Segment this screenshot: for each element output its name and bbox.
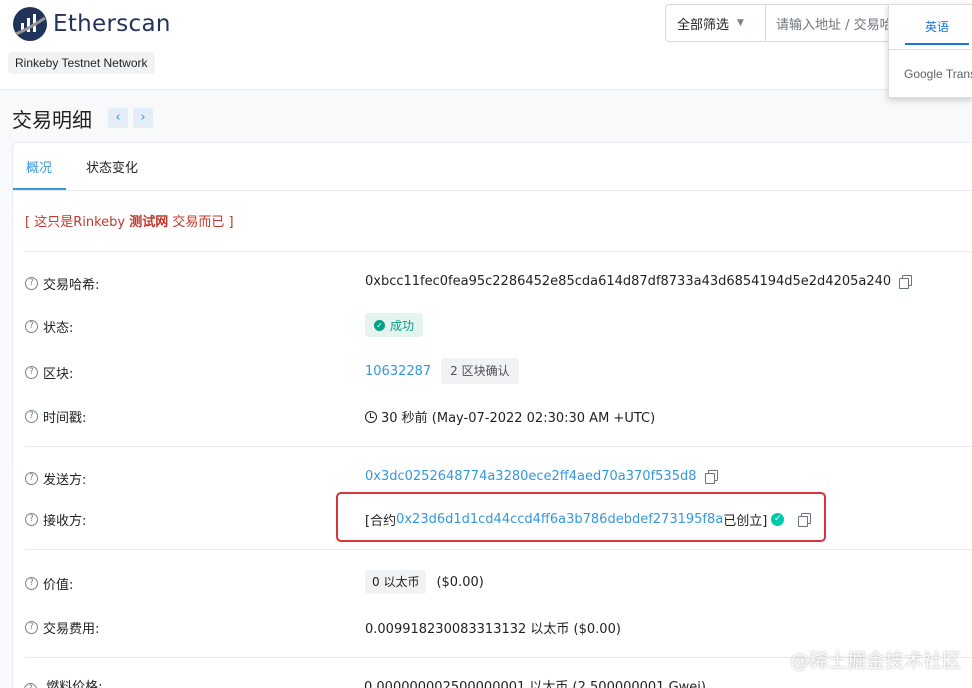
transaction-card: 概况 状态变化 [ 这只是Rinkeby 测试网 交易而已 ] ? 交易哈希: … (12, 142, 972, 688)
search-filter-label: 全部筛选 (677, 17, 730, 33)
chevron-down-icon: ▼ (737, 18, 744, 28)
help-icon[interactable]: ? (25, 277, 38, 290)
block-value: 10632287 2 区块确认 (365, 358, 519, 384)
check-circle-icon: ✓ (374, 319, 385, 331)
value-usd: ($0.00) (436, 574, 484, 590)
search-input[interactable]: 请输入地址 / 交易哈希 (766, 14, 906, 33)
search-filter-select[interactable]: 全部筛选 ▼ (666, 5, 766, 41)
tx-hash-label: ? 交易哈希: (25, 274, 99, 293)
etherscan-logo-icon (13, 7, 47, 41)
from-label: ? 发送方: (25, 469, 86, 488)
tab-state-changes[interactable]: 状态变化 (86, 157, 138, 176)
status-value: ✓ 成功 (365, 313, 424, 337)
block-number-link[interactable]: 10632287 (365, 364, 431, 379)
translate-language-tab[interactable]: 英语 (905, 17, 969, 45)
search-bar: 全部筛选 ▼ 请输入地址 / 交易哈希 (665, 4, 925, 42)
tx-hash-value: 0xbcc11fec0fea95c2286452e85cda614d87df87… (365, 274, 913, 289)
receiver-highlight-box (336, 492, 826, 542)
help-icon[interactable]: ? (24, 683, 37, 688)
help-icon[interactable]: ? (25, 320, 38, 333)
from-address-link[interactable]: 0x3dc0252648774a3280ece2ff4aed70a370f535… (365, 469, 697, 484)
translate-divider (889, 49, 972, 50)
value-value: 0 以太币 ($0.00) (365, 570, 484, 594)
timestamp-label: ? 时间戳: (25, 407, 86, 426)
page-title: 交易明细 (12, 108, 92, 132)
logo-text: Etherscan (53, 11, 171, 37)
gas-price-value: 0.000000002500000001 以太币 (2.500000001 Gw… (364, 680, 706, 688)
watermark: @稀土掘金技术社区 (790, 650, 962, 672)
help-icon[interactable]: ? (25, 472, 38, 485)
help-icon[interactable]: ? (25, 366, 38, 379)
help-icon[interactable]: ? (25, 577, 38, 590)
status-badge: ✓ 成功 (365, 313, 424, 337)
google-translate-brand: Google Translate (904, 67, 972, 81)
help-icon[interactable]: ? (25, 513, 38, 526)
help-icon[interactable]: ? (25, 621, 38, 634)
translate-popup: 英语 Google Translate (888, 4, 972, 98)
divider (25, 251, 972, 252)
to-label: ? 接收方: (25, 510, 86, 529)
divider (25, 446, 972, 447)
fee-value: 0.009918230083313132 以太币 ($0.00) (365, 622, 621, 637)
active-tab-indicator (13, 188, 66, 190)
value-amount-badge: 0 以太币 (365, 570, 427, 594)
value-label: ? 价值: (25, 574, 73, 593)
status-label: ? 状态: (25, 317, 73, 336)
copy-icon[interactable] (899, 275, 913, 289)
testnet-warning: [ 这只是Rinkeby 测试网 交易而已 ] (25, 215, 234, 230)
help-icon[interactable]: ? (25, 410, 38, 423)
block-confirmations-badge: 2 区块确认 (441, 358, 519, 384)
block-label: ? 区块: (25, 363, 73, 382)
tab-bar: 概况 状态变化 (13, 143, 972, 191)
fee-label: ? 交易费用: (25, 618, 99, 637)
tab-overview[interactable]: 概况 (26, 157, 52, 176)
gas-price-label: ? 燃料价格: (24, 676, 103, 688)
timestamp-value: 30 秒前 (May-07-2022 02:30:30 AM +UTC) (365, 407, 655, 426)
divider (25, 549, 972, 550)
from-value: 0x3dc0252648774a3280ece2ff4aed70a370f535… (365, 469, 718, 484)
etherscan-logo[interactable]: Etherscan (12, 6, 171, 42)
next-transaction-button[interactable]: › (133, 108, 153, 128)
network-badge: Rinkeby Testnet Network (8, 52, 155, 74)
tx-hash-text: 0xbcc11fec0fea95c2286452e85cda614d87df87… (365, 274, 892, 289)
copy-icon[interactable] (704, 470, 718, 484)
prev-transaction-button[interactable]: ‹ (108, 108, 128, 128)
clock-icon (365, 410, 377, 423)
site-header: Etherscan Rinkeby Testnet Network 全部筛选 ▼… (0, 0, 972, 90)
